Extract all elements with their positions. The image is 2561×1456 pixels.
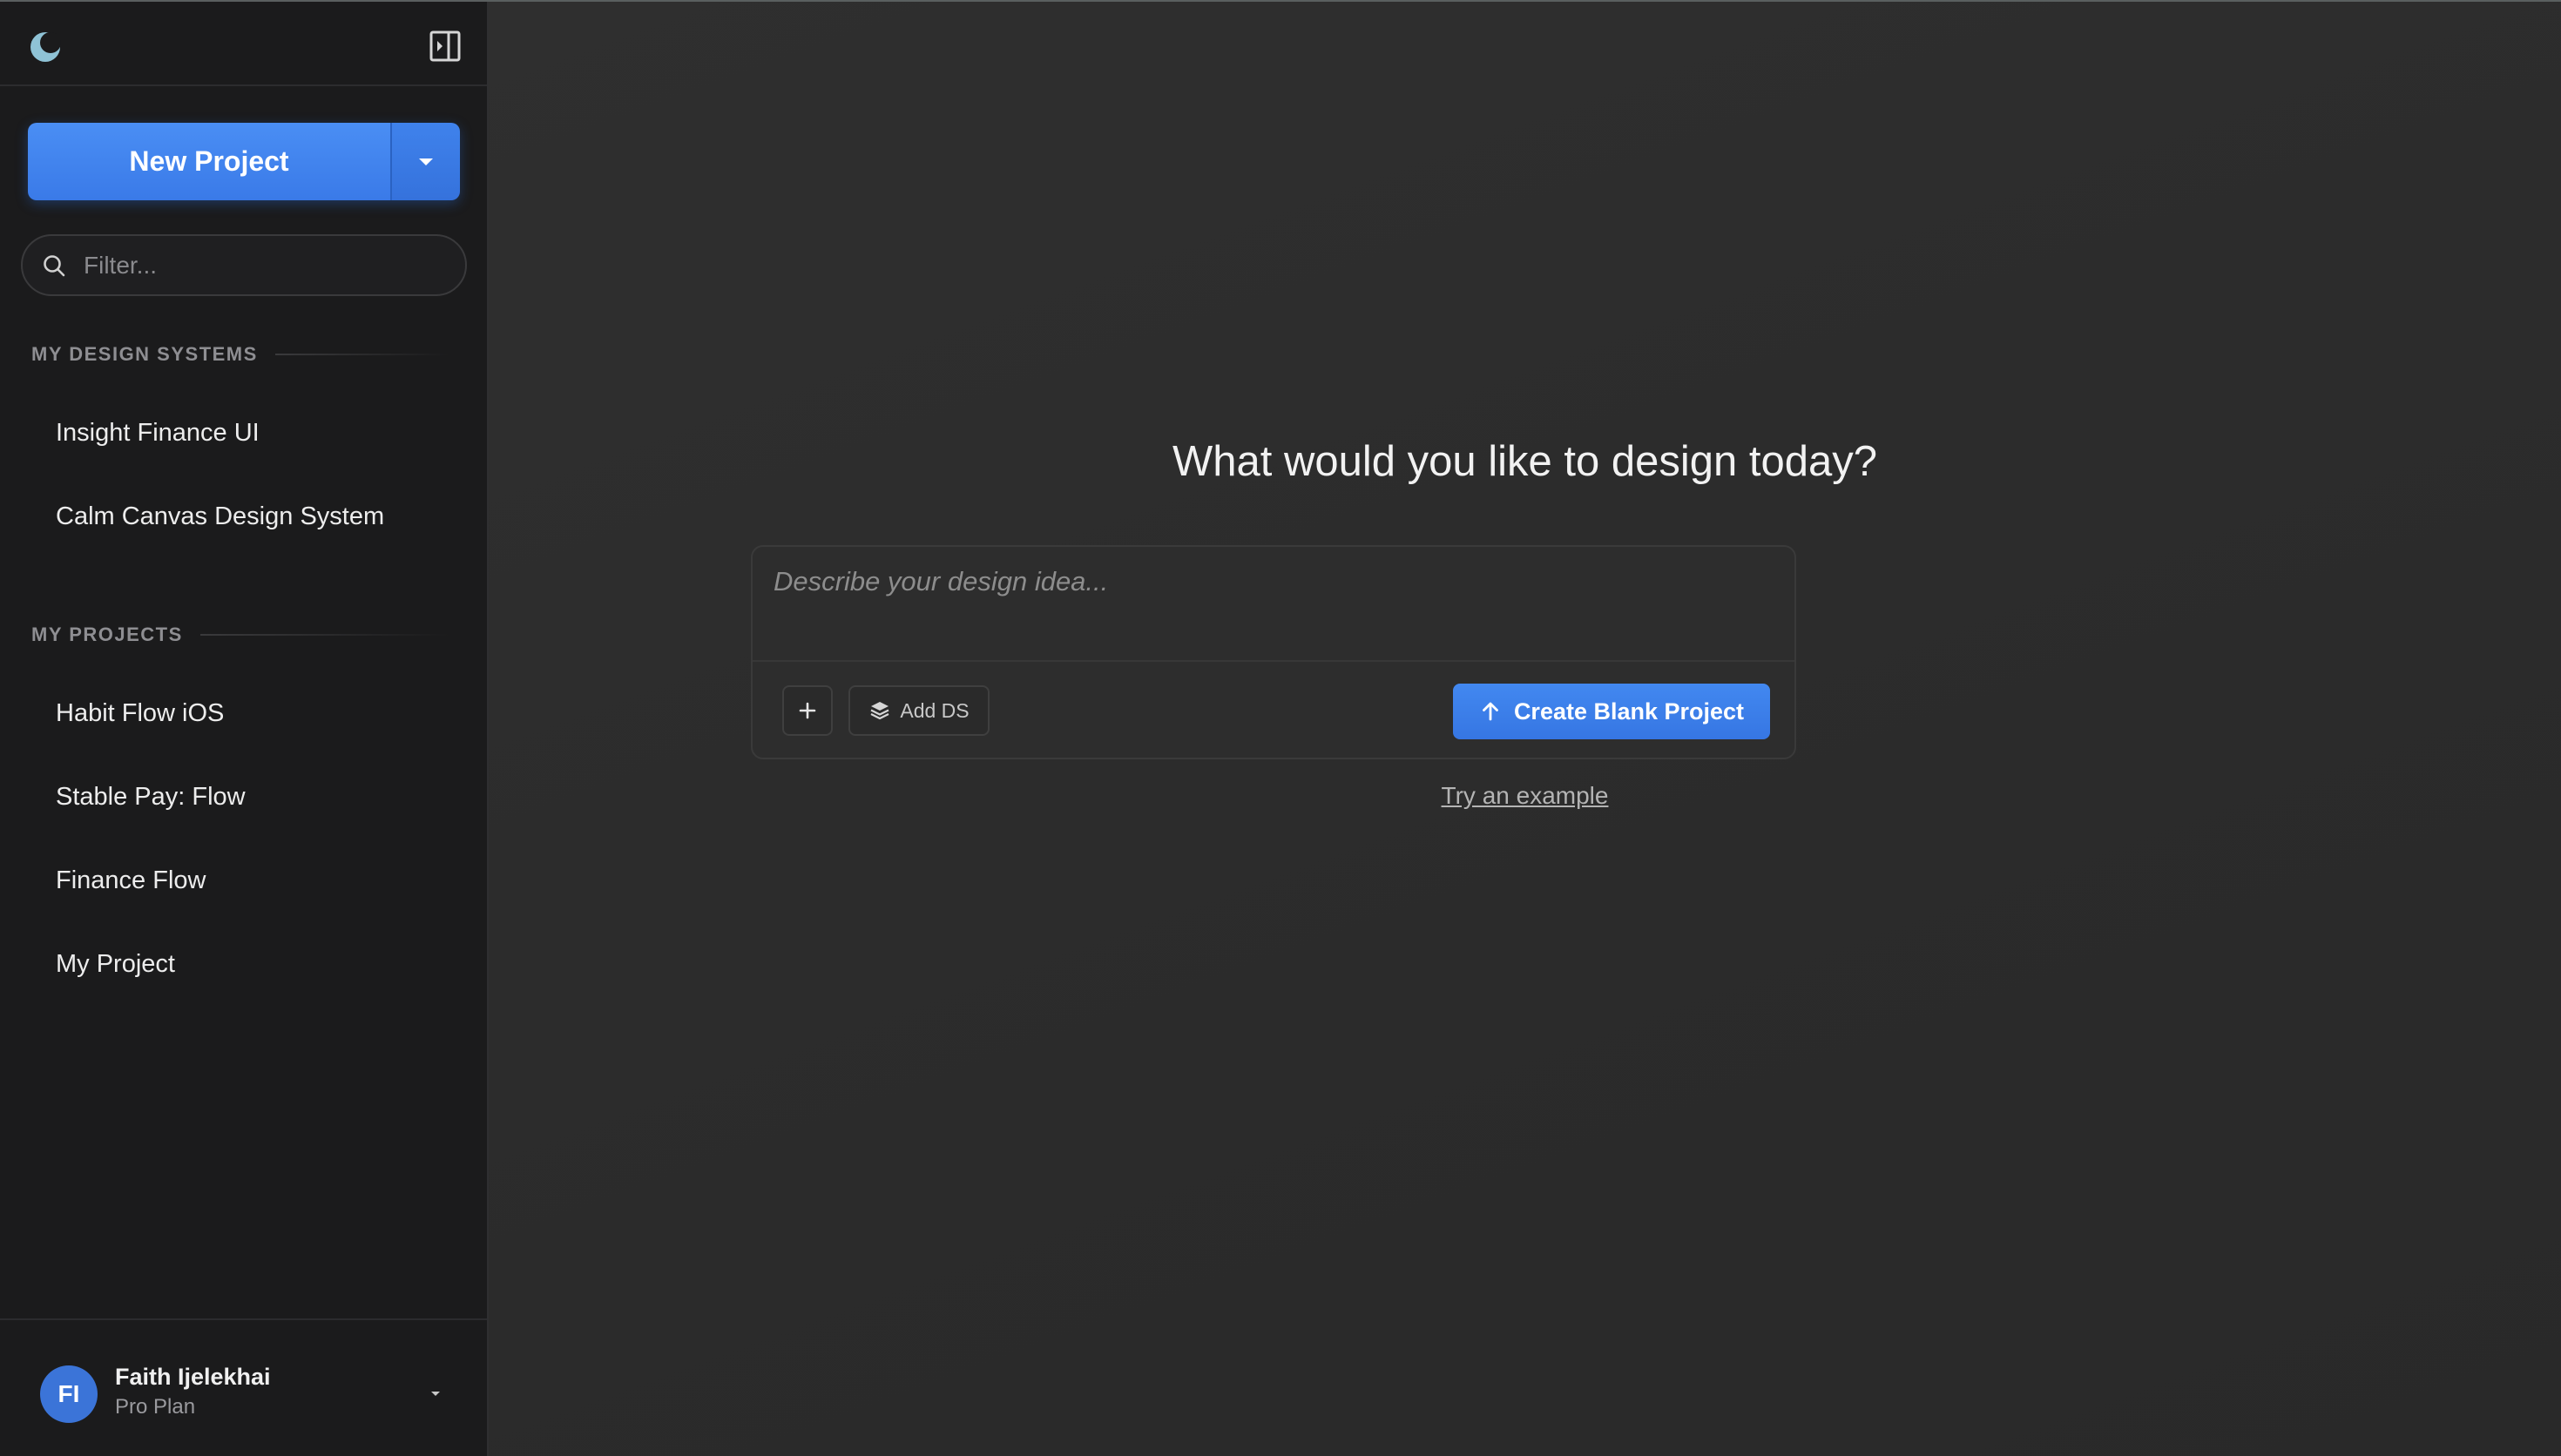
plus-icon: [799, 702, 816, 719]
sidebar-item-finance-flow[interactable]: Finance Flow: [31, 849, 460, 912]
section-heading-label: MY DESIGN SYSTEMS: [31, 343, 258, 365]
page-title: What would you like to design today?: [1172, 438, 1877, 485]
create-blank-project-label: Create Blank Project: [1513, 698, 1745, 725]
sidebar-item-habit-flow-ios[interactable]: Habit Flow iOS: [31, 682, 460, 745]
app-window: New Project MY DESIGN SYSTEMS Insight Fi…: [0, 0, 2561, 1456]
sidebar-item-insight-finance-ui[interactable]: Insight Finance UI: [31, 401, 460, 464]
new-project-dropdown-button[interactable]: [390, 123, 460, 200]
try-example-container: Try an example: [489, 782, 2561, 810]
section-heading-label: MY PROJECTS: [31, 624, 183, 645]
new-project-split-button: New Project: [28, 123, 460, 200]
sidebar-item-label: Insight Finance UI: [56, 418, 260, 447]
user-menu[interactable]: FI Faith Ijelekhai Pro Plan: [0, 1318, 487, 1456]
main-content: What would you like to design today? Add…: [489, 2, 2561, 1456]
sidebar-item-label: My Project: [56, 949, 175, 978]
composer-divider: [753, 660, 1794, 662]
search-icon: [44, 254, 65, 276]
user-plan: Pro Plan: [115, 1395, 196, 1419]
sidebar-header: [0, 2, 487, 86]
sidebar-item-label: Stable Pay: Flow: [56, 782, 246, 811]
avatar: FI: [40, 1365, 98, 1423]
sidebar-item-label: Finance Flow: [56, 866, 206, 894]
sidebar-toggle-icon[interactable]: [429, 30, 462, 63]
filter-input[interactable]: [82, 250, 448, 280]
section-heading-projects: MY PROJECTS: [31, 624, 449, 646]
sidebar-item-calm-canvas-design-system[interactable]: Calm Canvas Design System: [31, 485, 460, 548]
sidebar-item-stable-pay-flow[interactable]: Stable Pay: Flow: [31, 765, 460, 828]
try-example-link[interactable]: Try an example: [1442, 782, 1609, 809]
attach-button[interactable]: [782, 685, 833, 736]
section-heading-design-systems: MY DESIGN SYSTEMS: [31, 343, 449, 366]
design-prompt-composer: Add DS Create Blank Project: [751, 545, 1796, 759]
sidebar-item-label: Habit Flow iOS: [56, 698, 225, 727]
arrow-up-icon: [1483, 702, 1498, 721]
section-divider: [274, 354, 449, 355]
design-idea-input[interactable]: [753, 547, 1794, 660]
sidebar-item-label: Calm Canvas Design System: [56, 502, 385, 530]
caret-down-icon: [419, 158, 433, 165]
create-blank-project-button[interactable]: Create Blank Project: [1453, 684, 1770, 739]
user-name: Faith Ijelekhai: [115, 1364, 271, 1390]
sidebar: New Project MY DESIGN SYSTEMS Insight Fi…: [0, 2, 489, 1456]
add-ds-label: Add DS: [900, 698, 970, 722]
filter-field: [21, 234, 467, 296]
add-design-system-button[interactable]: Add DS: [848, 685, 990, 736]
section-divider: [199, 634, 449, 636]
layers-icon: [870, 702, 889, 720]
new-project-button[interactable]: New Project: [28, 123, 390, 200]
moon-logo-icon[interactable]: [28, 30, 63, 64]
sidebar-item-my-project[interactable]: My Project: [31, 933, 460, 995]
caret-down-icon[interactable]: [425, 1383, 446, 1404]
